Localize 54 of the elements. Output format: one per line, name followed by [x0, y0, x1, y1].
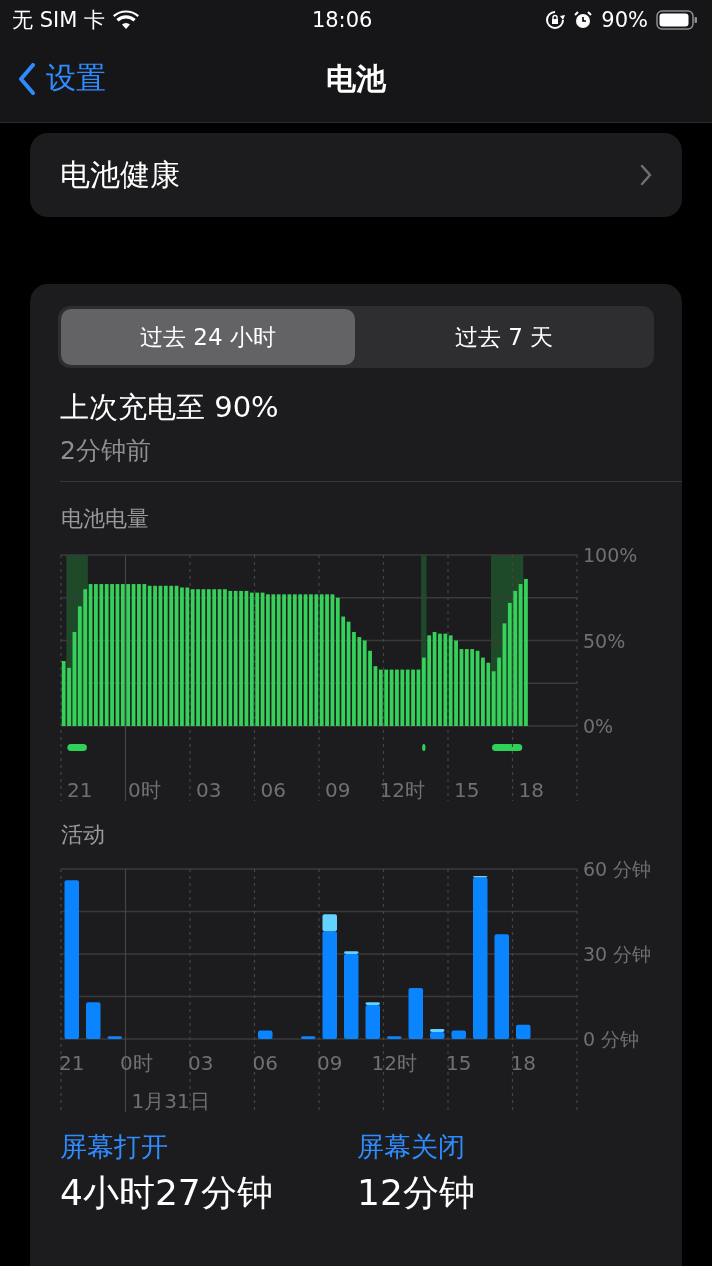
chart-title: 电池电量	[61, 505, 150, 533]
battery-percent: 90%	[601, 8, 648, 32]
page-title: 电池	[326, 59, 386, 98]
axis-label: 12时	[371, 1051, 417, 1075]
axis-label: 06	[252, 1051, 278, 1075]
axis-label: 15	[446, 1051, 472, 1075]
axis-label: 18	[510, 1051, 536, 1075]
rotation-lock-icon	[545, 10, 566, 30]
activity-bar	[301, 1036, 316, 1039]
alarm-icon	[573, 10, 594, 30]
carrier-label: 无 SIM 卡	[12, 7, 105, 34]
activity-bar	[86, 1002, 101, 1039]
axis-label: 21	[59, 1051, 85, 1075]
back-chevron-icon	[18, 62, 36, 95]
axis-label: 06	[260, 778, 287, 802]
axis-label: 12时	[379, 778, 426, 802]
axis-label: 03	[188, 1051, 214, 1075]
total-label: 屏幕打开	[60, 1130, 169, 1164]
activity-bar	[107, 1036, 122, 1039]
axis-label: 50%	[583, 629, 626, 652]
chevron-icon	[640, 164, 652, 186]
axis-label: 15	[454, 778, 480, 802]
axis-label: 0 分钟	[583, 1028, 640, 1050]
battery-health-row[interactable]: 电池健康	[30, 133, 682, 217]
activity-bar	[451, 1030, 466, 1039]
total-label: 屏幕关闭	[357, 1130, 466, 1164]
date-label: 1月31日	[131, 1089, 210, 1113]
axis-label: 0%	[583, 715, 614, 737]
axis-label: 03	[196, 778, 222, 802]
axis-label: 30 分钟	[583, 943, 652, 965]
total-value: 4小时27分钟	[60, 1171, 274, 1215]
clock-time: 18:06	[311, 8, 373, 32]
axis-label: 09	[317, 1051, 343, 1075]
axis-label: 60 分钟	[583, 860, 652, 880]
axis-label: 18	[518, 778, 545, 802]
activity-bar	[258, 1030, 273, 1039]
wifi-icon	[113, 10, 139, 30]
last-charge-title: 上次充电至 90%	[60, 389, 280, 426]
axis-label: 100%	[583, 544, 638, 566]
axis-label: 0时	[127, 778, 161, 802]
activity-bar	[408, 988, 423, 1039]
chart-title: 活动	[61, 821, 106, 849]
activity-bar	[516, 1024, 531, 1039]
back-link[interactable]: 设置	[18, 58, 106, 99]
axis-label: 21	[67, 778, 93, 802]
row-label: 电池健康	[60, 155, 180, 194]
axis-label: 09	[325, 778, 351, 802]
last-charge-time: 2分钟前	[60, 435, 152, 467]
total-value: 12分钟	[357, 1171, 476, 1215]
activity-bar	[387, 1036, 402, 1039]
battery-icon	[656, 10, 698, 30]
segment-tab[interactable]: 过去 24 小时	[61, 309, 355, 365]
segment-tab[interactable]: 过去 7 天	[357, 309, 651, 365]
axis-label: 0时	[119, 1051, 153, 1075]
